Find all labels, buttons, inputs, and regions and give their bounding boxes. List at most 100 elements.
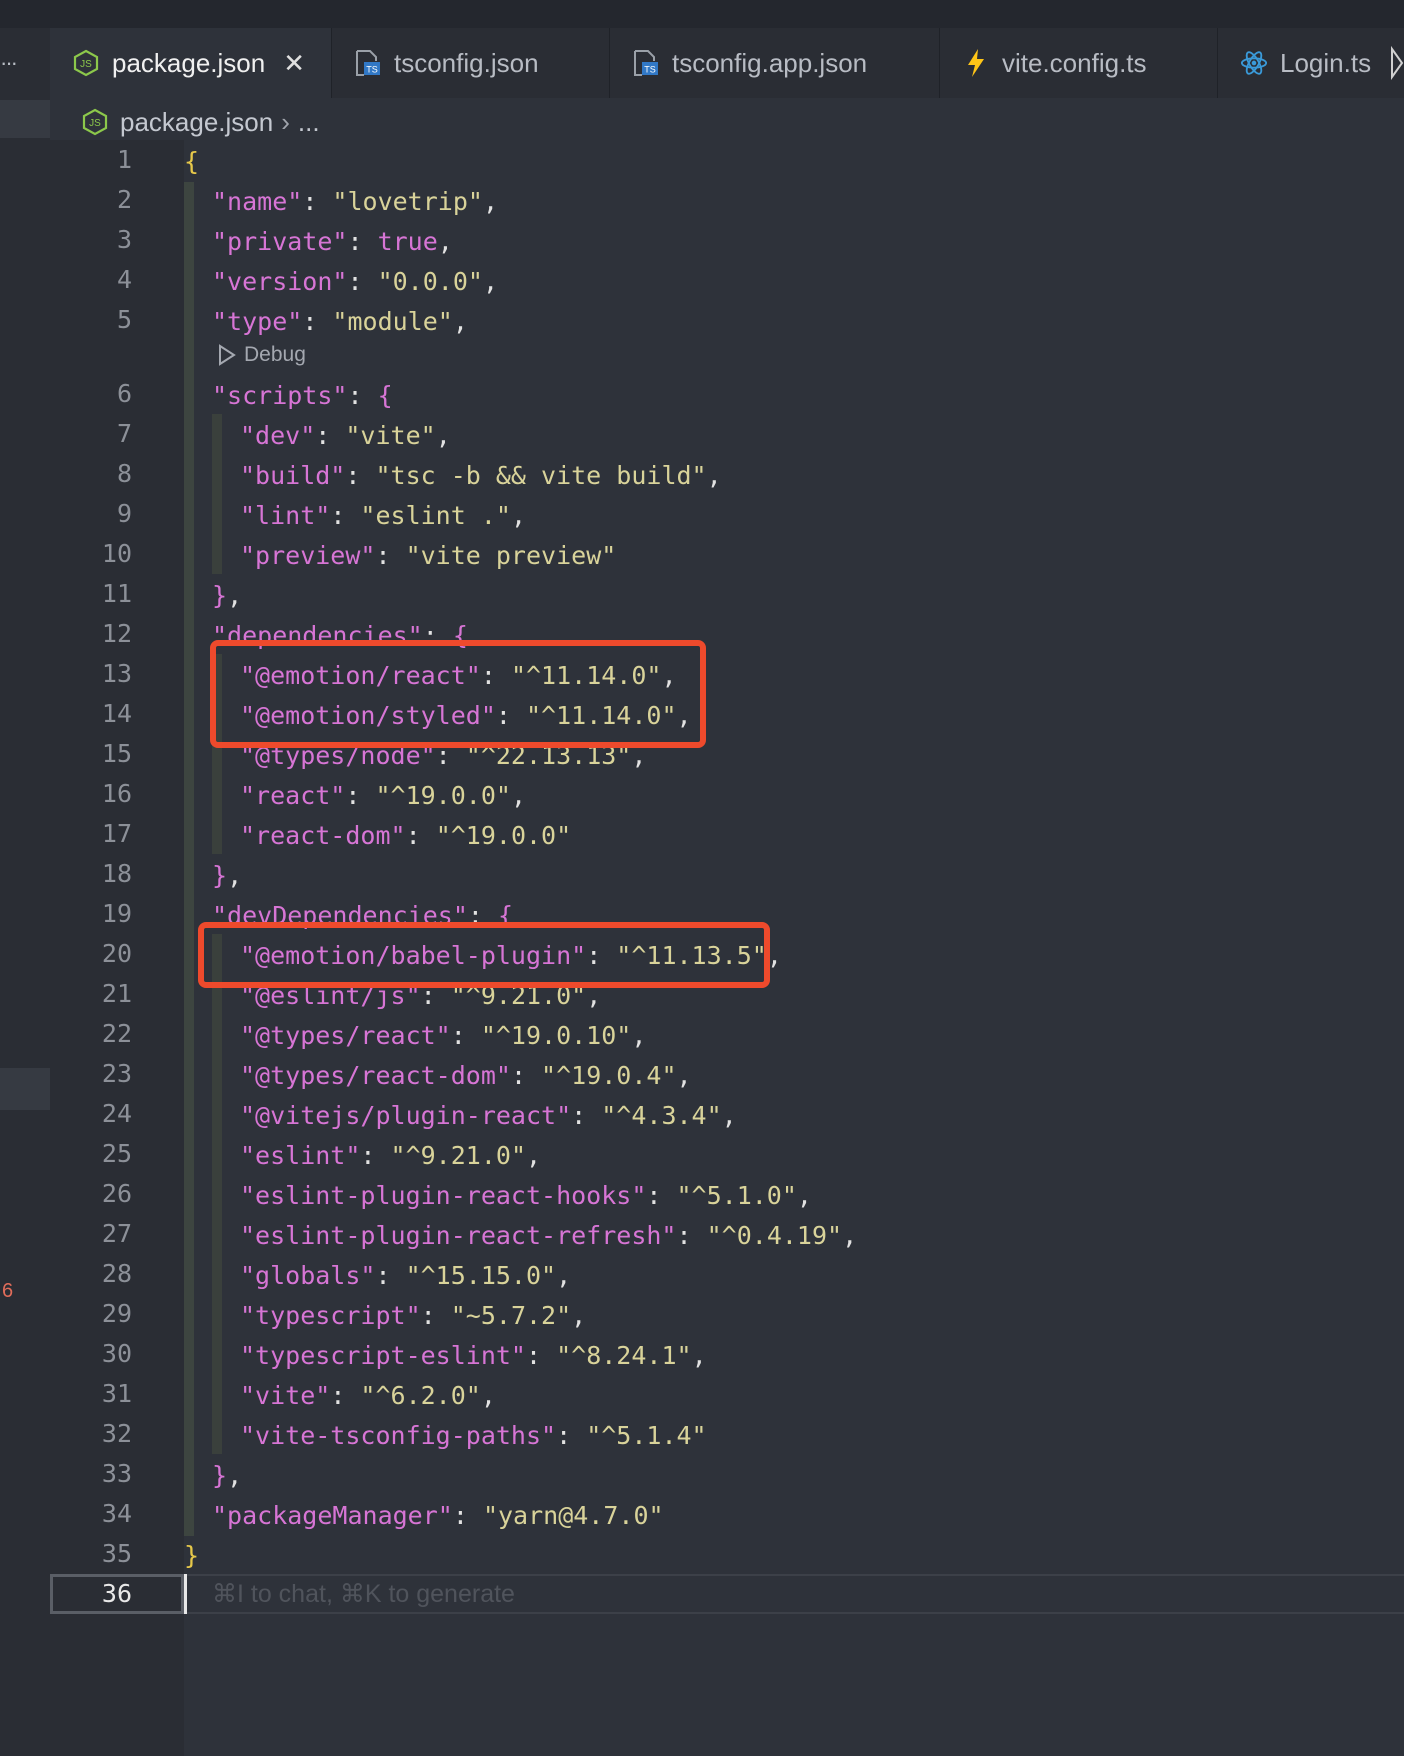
line-number: 17 xyxy=(101,819,132,848)
line-number: 4 xyxy=(116,265,132,294)
code-line: "type": "module", xyxy=(212,307,468,336)
code-line: "vite": "^6.2.0", xyxy=(240,1381,496,1410)
line-number: 32 xyxy=(101,1419,132,1448)
tab-vite-config-ts[interactable]: vite.config.ts xyxy=(940,28,1218,98)
close-icon[interactable]: ✕ xyxy=(283,48,305,79)
line-number: 24 xyxy=(101,1099,132,1128)
breadcrumb: JS package.json › ... xyxy=(82,104,320,140)
line-number: 23 xyxy=(101,1059,132,1088)
tab-label: Login.ts xyxy=(1280,47,1372,78)
nodejs-icon: JS xyxy=(72,49,100,77)
code-line: "name": "lovetrip", xyxy=(212,187,498,216)
line-number: 12 xyxy=(101,619,132,648)
more-actions-icon[interactable]: ··· xyxy=(0,50,18,76)
code-line: "eslint-plugin-react-hooks": "^5.1.0", xyxy=(240,1181,812,1210)
tab-login-ts[interactable]: Login.ts xyxy=(1218,28,1404,98)
tab-tsconfig-app-json[interactable]: TS tsconfig.app.json xyxy=(610,28,940,98)
line-number: 30 xyxy=(101,1339,132,1368)
panel-row-highlight xyxy=(0,100,50,138)
line-number: 13 xyxy=(101,659,132,688)
ai-inline-hint: ⌘I to chat, ⌘K to generate xyxy=(212,1580,515,1608)
line-number: 2 xyxy=(116,185,132,214)
line-number: 8 xyxy=(116,459,132,488)
code-line: "typescript-eslint": "^8.24.1", xyxy=(240,1341,707,1370)
code-line: "dev": "vite", xyxy=(240,421,451,450)
line-number: 27 xyxy=(101,1219,132,1248)
highlight-box-emotion-deps xyxy=(210,640,706,748)
line-number: 31 xyxy=(101,1379,132,1408)
line-number: 35 xyxy=(101,1539,132,1568)
indent-guide xyxy=(212,934,222,1454)
line-number: 21 xyxy=(101,979,132,1008)
code-line: "@types/react-dom": "^19.0.4", xyxy=(240,1061,692,1090)
line-number: 33 xyxy=(101,1459,132,1488)
code-line: { xyxy=(184,147,200,176)
code-line: "preview": "vite preview" xyxy=(240,541,617,570)
code-line: "version": "0.0.0", xyxy=(212,267,498,296)
code-line: }, xyxy=(212,1461,243,1490)
line-number: 26 xyxy=(101,1179,132,1208)
code-line: "@vitejs/plugin-react": "^4.3.4", xyxy=(240,1101,737,1130)
typescript-config-icon: TS xyxy=(632,49,660,77)
line-number: 9 xyxy=(116,499,132,528)
highlight-box-babel-plugin xyxy=(198,922,770,988)
code-line: "lint": "eslint .", xyxy=(240,501,526,530)
indent-guide xyxy=(212,414,222,574)
panel-row-highlight xyxy=(0,1068,50,1110)
code-line: } xyxy=(184,1541,200,1570)
code-line: "react": "^19.0.0", xyxy=(240,781,526,810)
line-number: 14 xyxy=(101,699,132,728)
nodejs-icon: JS xyxy=(82,108,108,136)
play-icon xyxy=(219,344,236,366)
code-line: "build": "tsc -b && vite build", xyxy=(240,461,722,490)
code-line: "eslint-plugin-react-refresh": "^0.4.19"… xyxy=(240,1221,858,1250)
line-number: 5 xyxy=(116,305,132,334)
current-line-gutter-box xyxy=(50,1574,184,1614)
line-number: 11 xyxy=(101,579,132,608)
indent-guide xyxy=(184,182,194,1536)
svg-text:TS: TS xyxy=(366,65,378,75)
code-line: "scripts": { xyxy=(212,381,393,410)
code-line: "globals": "^15.15.0", xyxy=(240,1261,572,1290)
tab-label: tsconfig.app.json xyxy=(672,47,868,78)
svg-text:JS: JS xyxy=(80,59,92,70)
line-number: 28 xyxy=(101,1259,132,1288)
editor-tab-bar: JS package.json ✕ TS tsconfig.json TS ts… xyxy=(50,28,1404,98)
code-line: }, xyxy=(212,581,243,610)
line-number: 10 xyxy=(101,539,132,568)
code-line: }, xyxy=(212,861,243,890)
code-line: "react-dom": "^19.0.0" xyxy=(240,821,572,850)
line-number: 25 xyxy=(101,1139,132,1168)
chevron-right-icon: › xyxy=(281,106,290,137)
code-line: "@types/react": "^19.0.10", xyxy=(240,1021,647,1050)
code-line: "packageManager": "yarn@4.7.0" xyxy=(212,1501,664,1530)
tab-package-json[interactable]: JS package.json ✕ xyxy=(50,28,332,98)
react-icon xyxy=(1240,49,1268,77)
code-line: "eslint": "^9.21.0", xyxy=(240,1141,542,1170)
line-number: 22 xyxy=(101,1019,132,1048)
breadcrumb-symbols[interactable]: ... xyxy=(298,107,320,138)
line-number: 20 xyxy=(101,939,132,968)
code-line: "typescript": "~5.7.2", xyxy=(240,1301,587,1330)
typescript-config-icon: TS xyxy=(354,49,382,77)
vite-bolt-icon xyxy=(962,49,990,77)
line-number: 18 xyxy=(101,859,132,888)
line-number: 29 xyxy=(101,1299,132,1328)
line-number: 7 xyxy=(116,419,132,448)
line-number: 15 xyxy=(101,739,132,768)
line-number: 6 xyxy=(116,379,132,408)
svg-text:JS: JS xyxy=(89,118,101,129)
debug-codelens[interactable]: Debug xyxy=(218,340,306,370)
side-panel-strip: ··· 6 xyxy=(0,28,50,1756)
tab-label: vite.config.ts xyxy=(1002,47,1147,78)
tab-scroll-right-icon[interactable] xyxy=(1390,45,1404,81)
line-number: 34 xyxy=(101,1499,132,1528)
tab-tsconfig-json[interactable]: TS tsconfig.json xyxy=(332,28,610,98)
breadcrumb-file[interactable]: package.json xyxy=(120,107,273,138)
debug-label: Debug xyxy=(244,343,306,366)
line-number-gutter: 1 2 3 4 5 6 7 8 9 10 11 12 13 14 15 16 1… xyxy=(50,140,184,1756)
line-number: 1 xyxy=(116,145,132,174)
tab-label: package.json xyxy=(112,47,266,78)
line-number: 19 xyxy=(101,899,132,928)
tab-label: tsconfig.json xyxy=(394,47,539,78)
